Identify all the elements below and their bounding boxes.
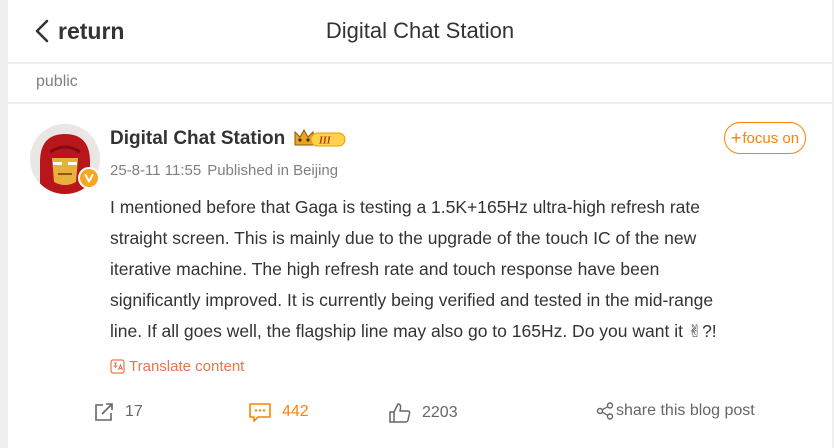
translate-label: Translate content xyxy=(129,358,245,375)
comment-count: 442 xyxy=(282,403,309,420)
post-body-line: iterative machine. The high refresh rate… xyxy=(110,259,660,279)
post-body-line: straight screen. This is mainly due to t… xyxy=(110,228,697,248)
post-body-line: I mentioned before that Gaga is testing … xyxy=(110,197,701,217)
share-label: share this blog post xyxy=(616,402,755,419)
share-button[interactable]: share this blog post xyxy=(596,402,755,420)
post-timestamp[interactable]: 25-8-11 11:55 xyxy=(110,162,201,179)
visibility-row: public xyxy=(8,64,832,102)
translate-link[interactable]: Translate content xyxy=(110,358,244,375)
verified-icon xyxy=(78,167,100,189)
post-location: Published in Beijing xyxy=(207,162,339,179)
translate-icon xyxy=(110,359,125,374)
repost-icon xyxy=(95,403,113,421)
like-count: 2203 xyxy=(422,404,458,421)
svg-text:III: III xyxy=(318,136,332,147)
follow-label: focus on xyxy=(742,129,800,147)
post-body-line: line. If all goes well, the flagship lin… xyxy=(110,316,810,347)
comment-icon xyxy=(249,403,271,422)
post-body-line: significantly improved. It is currently … xyxy=(110,290,714,310)
action-bar: 17 442 2203 share this blog post xyxy=(8,400,832,428)
post-card: Digital Chat Station III 25-8-11 11:55 Pu… xyxy=(8,104,832,448)
post-meta: 25-8-11 11:55 Published in Beijing xyxy=(110,162,338,179)
crown-icon[interactable]: III xyxy=(292,126,348,150)
post-body-text: line. If all goes well, the flagship lin… xyxy=(110,321,688,341)
comment-button[interactable]: 442 xyxy=(248,402,309,422)
page-title: Digital Chat Station xyxy=(325,18,515,43)
visibility-label: public xyxy=(36,73,78,90)
share-icon xyxy=(596,402,614,420)
like-button[interactable]: 2203 xyxy=(388,402,458,424)
like-icon xyxy=(389,403,411,423)
plus-icon: + xyxy=(730,127,742,148)
top-bar: return Digital Chat Station xyxy=(8,0,832,62)
repost-button[interactable]: 17 xyxy=(93,402,143,422)
post-body-tail: ?! xyxy=(702,321,717,341)
author-name[interactable]: Digital Chat Station xyxy=(110,128,285,150)
follow-button[interactable]: + focus on xyxy=(724,122,806,154)
post-body: I mentioned before that Gaga is testing … xyxy=(110,192,810,347)
repost-count: 17 xyxy=(125,403,143,420)
victory-hand-emoji: ✌ xyxy=(687,322,703,341)
